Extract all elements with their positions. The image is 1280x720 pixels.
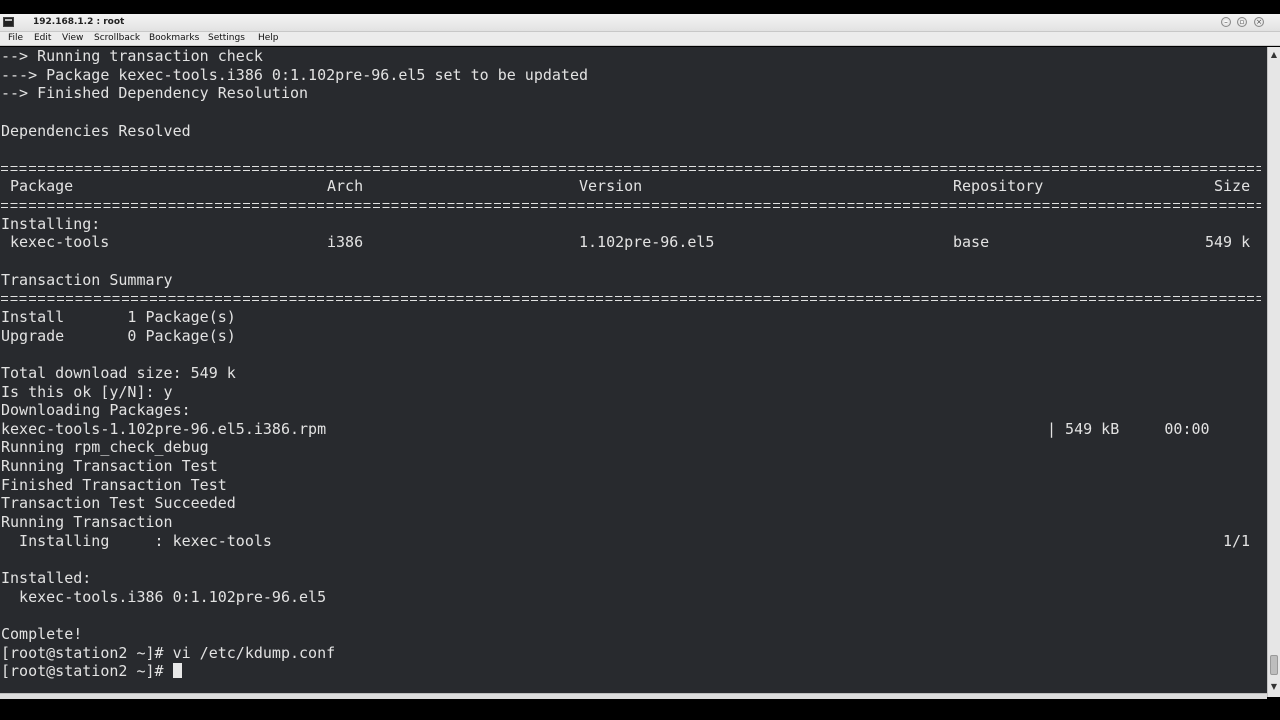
terminal-line: Downloading Packages: [1, 401, 191, 420]
terminal-line: Upgrade 0 Package(s) [1, 326, 236, 345]
row-repository: base [953, 233, 990, 252]
terminal-line: --> Finished Dependency Resolution [1, 84, 309, 103]
terminal-app-icon[interactable] [3, 17, 14, 27]
terminal-window: 192.168.1.2 : root – ▫ × File Edit View … [0, 0, 1280, 720]
row-package: kexec-tools [10, 233, 110, 252]
table-header-row: Package Arch Version Repository Size [1, 177, 1261, 196]
header-repository: Repository [953, 177, 1044, 196]
terminal-line: Complete! [1, 624, 83, 643]
text-cursor [172, 663, 182, 679]
menu-bar: File Edit View Scrollback Bookmarks Sett… [0, 32, 1280, 46]
terminal-line: Installing: [1, 214, 101, 233]
rpm-filename: kexec-tools-1.102pre-96.el5.i386.rpm [1, 419, 327, 438]
download-progress: | 549 kB 00:00 [1047, 419, 1210, 438]
row-version: 1.102pre-96.el5 [579, 233, 715, 252]
terminal-line: Total download size: 549 k [1, 363, 236, 382]
menu-bookmarks[interactable]: Bookmarks [149, 33, 199, 43]
menu-scrollback[interactable]: Scrollback [94, 33, 140, 43]
installing-count: 1/1 [1223, 531, 1251, 550]
menu-settings[interactable]: Settings [208, 33, 245, 43]
menu-help[interactable]: Help [258, 33, 279, 43]
terminal-line: Running Transaction Test [1, 457, 218, 476]
menu-view[interactable]: View [62, 33, 83, 43]
header-size: Size [1214, 177, 1251, 196]
terminal-line: kexec-tools.i386 0:1.102pre-96.el5 [1, 587, 327, 606]
header-version: Version [579, 177, 643, 196]
menu-edit[interactable]: Edit [34, 33, 51, 43]
maximize-icon[interactable]: ▫ [1237, 17, 1247, 27]
shell-prompt: [root@station2 ~]# [1, 662, 173, 681]
terminal-line: Dependencies Resolved [1, 121, 191, 140]
header-package: Package [10, 177, 74, 196]
menu-file[interactable]: File [8, 33, 23, 43]
minimize-icon[interactable]: – [1221, 17, 1231, 27]
shell-prompt-line[interactable]: [root@station2 ~]# [1, 662, 1261, 681]
installing-row: Installing : kexec-tools 1/1 [1, 532, 1261, 551]
terminal-line: Install 1 Package(s) [1, 307, 236, 326]
screen-bottom-border [0, 699, 1280, 720]
table-row: kexec-tools i386 1.102pre-96.el5 base 54… [1, 233, 1261, 252]
shell-command-line: [root@station2 ~]# vi /etc/kdump.conf [1, 643, 336, 662]
installing-step: Installing : kexec-tools [1, 531, 272, 550]
terminal-line: --> Running transaction check [1, 47, 263, 65]
download-row: kexec-tools-1.102pre-96.el5.i386.rpm | 5… [1, 420, 1261, 439]
header-arch: Arch [327, 177, 364, 196]
window-title: 192.168.1.2 : root [33, 17, 125, 27]
scrollbar-thumb[interactable] [1270, 655, 1278, 675]
terminal-line: ---> Package kexec-tools.i386 0:1.102pre… [1, 65, 588, 84]
terminal-lines: --> Running transaction check ---> Packa… [1, 47, 1261, 681]
title-bar[interactable]: 192.168.1.2 : root – ▫ × [0, 14, 1280, 32]
terminal-output-area[interactable]: --> Running transaction check ---> Packa… [0, 47, 1267, 693]
scroll-down-icon[interactable]: ▼ [1269, 681, 1279, 693]
table-separator [1, 196, 1261, 215]
terminal-line: Finished Transaction Test [1, 475, 227, 494]
screen-top-border [0, 0, 1280, 14]
table-separator [1, 289, 1261, 308]
table-separator [1, 159, 1261, 178]
row-arch: i386 [327, 233, 364, 252]
terminal-line: Running rpm_check_debug [1, 438, 209, 457]
vertical-scrollbar[interactable]: ▲ ▼ [1267, 47, 1280, 697]
terminal-line: Running Transaction [1, 513, 173, 532]
terminal-line: Is this ok [y/N]: y [1, 382, 173, 401]
terminal-line: Transaction Test Succeeded [1, 494, 236, 513]
terminal-line: Transaction Summary [1, 270, 173, 289]
row-size: 549 k [1205, 233, 1251, 252]
terminal-line: Installed: [1, 568, 92, 587]
close-icon[interactable]: × [1254, 17, 1264, 27]
scroll-up-icon[interactable]: ▲ [1269, 49, 1279, 61]
